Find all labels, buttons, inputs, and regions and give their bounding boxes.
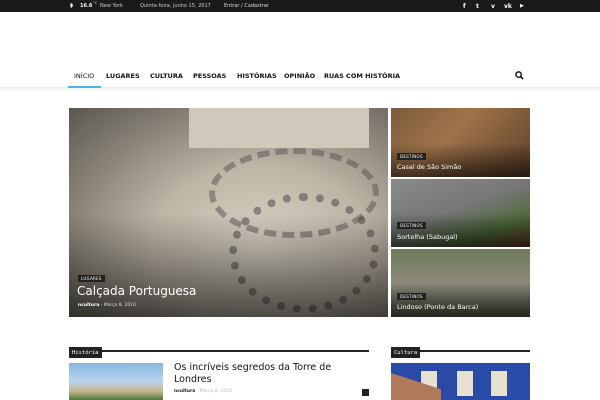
category-badge[interactable]: DESTINOS [397,153,426,160]
weather-unit: °C [93,1,98,5]
twitter-icon[interactable]: t [476,3,479,10]
nav-opiniao[interactable]: OPINIÃO [284,72,315,80]
top-bar: ◗ 16.6 °C New York Quinta-feira, junho 1… [0,0,600,12]
nav-lugares[interactable]: LUGARES [106,72,140,80]
section-title[interactable]: História [69,347,102,358]
vimeo-icon[interactable]: v [491,3,495,10]
author[interactable]: ncultura [174,389,195,394]
cultura-thumbnail[interactable] [391,363,530,400]
side-post-title[interactable]: Lindoso (Ponte da Barca) [397,303,478,311]
login-link[interactable]: Entrar / Cadastrar [224,3,269,9]
featured-post[interactable]: LUGARES Calçada Portuguesa ncultura - Ma… [69,108,388,317]
article-thumbnail[interactable] [69,363,163,400]
section-title[interactable]: Cultura [391,347,421,358]
section-header-historia: História [69,339,369,358]
comment-count-icon[interactable] [362,389,369,396]
side-post[interactable]: DESTINOS Sortelha (Sabugal) [391,179,530,247]
image-shade [391,283,530,317]
article-title[interactable]: Os incríveis segredos da Torre de Londre… [174,362,354,386]
author[interactable]: ncultura [78,303,99,308]
category-badge[interactable]: DESTINOS [397,293,426,300]
youtube-icon[interactable]: ▶ [520,3,524,9]
facebook-icon[interactable]: f [463,3,466,10]
main-nav: INÍCIO LUGARES CULTURA PESSOAS HISTÓRIAS… [0,66,600,88]
side-post[interactable]: DESTINOS Lindoso (Ponte da Barca) [391,249,530,317]
weather-temp: 16.6 [80,3,93,9]
featured-title[interactable]: Calçada Portuguesa [77,284,196,298]
vk-icon[interactable]: vk [504,3,512,10]
article-meta: ncultura - Março 8, 2016 [174,389,232,394]
nav-historias[interactable]: HISTÓRIAS [237,72,277,80]
side-post-title[interactable]: Sortelha (Sabugal) [397,233,458,241]
nav-active-indicator [68,86,101,88]
section-header-cultura: Cultura [391,339,530,358]
moon-icon: ◗ [70,2,74,9]
side-post[interactable]: DESTINOS Casal de São Simão [391,108,530,177]
date: Março 8, 2016 [103,303,136,308]
date: Março 8, 2016 [199,389,232,394]
nav-cultura[interactable]: CULTURA [150,72,183,80]
building-shape [189,108,369,148]
window-shape [457,371,473,396]
nav-ruas-com-historia[interactable]: RUAS COM HISTÓRIA [324,72,400,80]
search-icon[interactable] [515,71,524,80]
nav-pessoas[interactable]: PESSOAS [193,72,226,80]
top-date: Quinta-feira, junho 15, 2017 [140,3,211,9]
side-post-title[interactable]: Casal de São Simão [397,163,461,171]
weather-city: New York [100,3,123,9]
featured-meta: ncultura - Março 8, 2016 [78,303,136,308]
image-shade [391,213,530,247]
window-shape [491,371,507,396]
category-badge[interactable]: LUGARES [78,275,105,282]
category-badge[interactable]: DESTINOS [397,222,426,229]
image-shade [69,212,388,317]
nav-inicio[interactable]: INÍCIO [74,72,94,80]
